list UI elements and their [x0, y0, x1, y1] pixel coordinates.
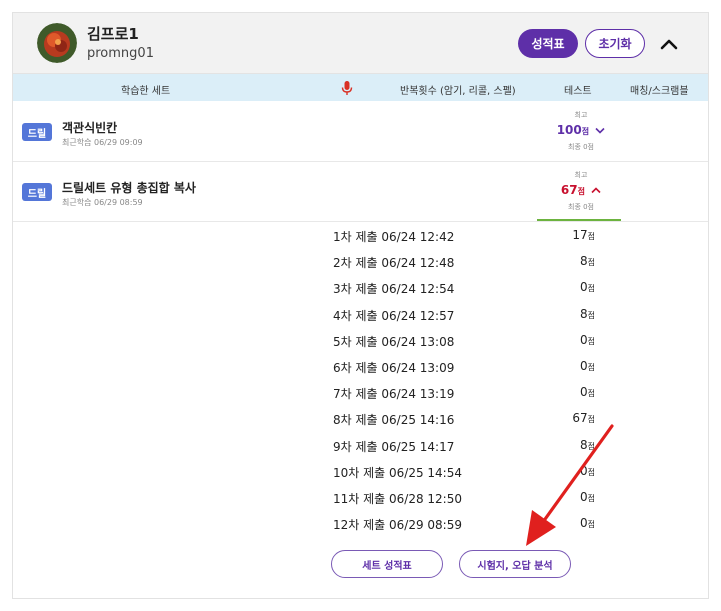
chevron-up-icon: [660, 39, 678, 50]
attempt-score-value: 0: [579, 516, 588, 530]
attempt-label: 1차 제출 06/24 12:42: [333, 230, 455, 244]
set-row[interactable]: 드릴 드릴세트 유형 총집합 복사 최근학습 06/29 08:59 최고 67…: [13, 162, 708, 222]
attempt-score-unit: 점: [587, 442, 595, 451]
attempt-score-unit: 점: [587, 311, 595, 320]
column-match: 매칭/스크램블: [630, 86, 689, 97]
column-set: 학습한 세트: [121, 86, 171, 97]
final-score: 최종 0점: [568, 203, 594, 211]
attempt-label: 5차 제출 06/24 13:08: [333, 335, 455, 349]
attempt-score-unit: 점: [587, 232, 595, 241]
best-score[interactable]: 100점: [549, 123, 613, 137]
attempt-score-unit: 점: [587, 284, 595, 293]
chevron-down-icon: [595, 127, 605, 134]
column-header: 학습한 세트 반복횟수 (암기, 리콜, 스펠) 테스트 매칭/스크램블: [13, 74, 708, 101]
attempt-label: 10차 제출 06/25 14:54: [333, 466, 462, 480]
attempt-label: 2차 제출 06/24 12:48: [333, 256, 455, 270]
column-repeat: 반복횟수 (암기, 리콜, 스펠): [400, 86, 516, 97]
reset-button[interactable]: 초기화: [585, 29, 645, 58]
set-title: 객관식빈칸: [62, 121, 118, 135]
attempt-score: 8점: [553, 307, 595, 321]
attempt-score-value: 0: [579, 490, 588, 504]
attempt-score: 0점: [553, 490, 595, 504]
final-score: 최종 0점: [568, 143, 594, 151]
attempt-score-value: 0: [579, 359, 588, 373]
attempt-score-unit: 점: [587, 494, 595, 503]
learning-report-card: 김프로1 promng01 성적표 초기화 학습한 세트 반복횟수 (암기, 리…: [12, 12, 709, 599]
active-tab-indicator: [537, 219, 621, 221]
chevron-up-icon: [591, 187, 601, 194]
attempt-label: 6차 제출 06/24 13:09: [333, 361, 455, 375]
attempt-score-unit: 점: [587, 363, 595, 372]
score-unit: 점: [581, 127, 590, 136]
attempt-score: 8점: [553, 254, 595, 268]
attempt-label: 9차 제출 06/25 14:17: [333, 440, 455, 454]
set-date: 최근학습 06/29 08:59: [62, 198, 143, 207]
set-report-button[interactable]: 세트 성적표: [331, 550, 443, 578]
attempt-score: 0점: [553, 516, 595, 530]
attempt-score-value: 17: [572, 228, 588, 242]
attempt-score-unit: 점: [587, 520, 595, 529]
report-card-button[interactable]: 성적표: [518, 29, 578, 58]
attempt-score: 0점: [553, 464, 595, 478]
set-title: 드릴세트 유형 총집합 복사: [62, 181, 196, 195]
user-name: 김프로1: [87, 25, 139, 43]
collapse-button[interactable]: [655, 31, 683, 57]
attempt-score-value: 8: [579, 307, 588, 321]
attempt-score: 67점: [553, 411, 595, 425]
best-label: 최고: [574, 111, 588, 119]
exam-analysis-button[interactable]: 시험지, 오답 분석: [459, 550, 571, 578]
score-value: 67: [560, 183, 578, 197]
user-id: promng01: [87, 46, 154, 61]
attempt-score-unit: 점: [587, 389, 595, 398]
drill-badge: 드릴: [22, 123, 52, 141]
attempt-score-value: 67: [572, 411, 588, 425]
attempt-score-value: 0: [579, 385, 588, 399]
attempt-score-unit: 점: [587, 258, 595, 267]
score-value: 100: [556, 123, 582, 137]
attempt-score-unit: 점: [587, 337, 595, 346]
microphone-icon: [341, 81, 353, 95]
attempt-score: 0점: [553, 333, 595, 347]
attempt-score: 0점: [553, 359, 595, 373]
attempt-score-unit: 점: [587, 468, 595, 477]
best-score[interactable]: 67점: [549, 183, 613, 197]
attempt-score-value: 8: [579, 438, 588, 452]
avatar: [37, 23, 77, 63]
drill-badge: 드릴: [22, 183, 52, 201]
attempt-label: 3차 제출 06/24 12:54: [333, 282, 455, 296]
attempt-score-value: 0: [579, 280, 588, 294]
best-label: 최고: [574, 171, 588, 179]
attempt-score-value: 0: [579, 464, 588, 478]
attempt-score: 8점: [553, 438, 595, 452]
attempt-label: 12차 제출 06/29 08:59: [333, 518, 462, 532]
score-unit: 점: [577, 187, 585, 196]
attempt-score: 0점: [553, 385, 595, 399]
attempt-score-unit: 점: [587, 415, 595, 424]
user-header: 김프로1 promng01 성적표 초기화: [13, 13, 708, 74]
set-row[interactable]: 드릴 객관식빈칸 최근학습 06/29 09:09 최고 100점 최종 0점: [13, 102, 708, 162]
attempt-label: 7차 제출 06/24 13:19: [333, 387, 455, 401]
column-test: 테스트: [564, 86, 592, 97]
attempt-score-value: 8: [579, 254, 588, 268]
attempt-score-value: 0: [579, 333, 588, 347]
attempt-label: 4차 제출 06/24 12:57: [333, 309, 455, 323]
attempt-label: 8차 제출 06/25 14:16: [333, 413, 455, 427]
attempt-score: 17점: [553, 228, 595, 242]
attempt-label: 11차 제출 06/28 12:50: [333, 492, 462, 506]
attempt-score: 0점: [553, 280, 595, 294]
set-date: 최근학습 06/29 09:09: [62, 138, 143, 147]
